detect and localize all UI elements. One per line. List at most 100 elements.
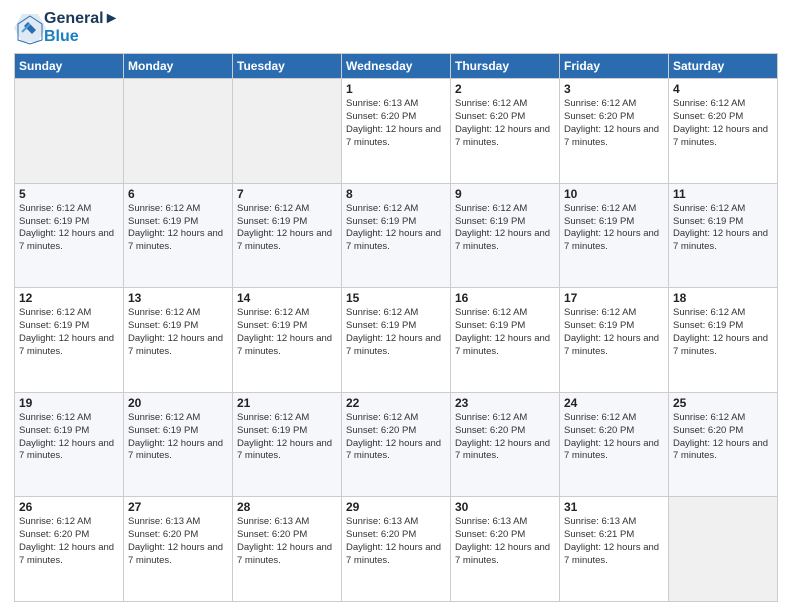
day-cell [15,79,124,184]
day-number: 29 [346,500,446,514]
day-info: Sunrise: 6:13 AM Sunset: 6:21 PM Dayligh… [564,516,664,567]
day-number: 22 [346,396,446,410]
day-info: Sunrise: 6:13 AM Sunset: 6:20 PM Dayligh… [128,516,228,567]
day-number: 25 [673,396,773,410]
day-number: 14 [237,291,337,305]
day-number: 13 [128,291,228,305]
day-cell: 1 Sunrise: 6:13 AM Sunset: 6:20 PM Daylig… [342,79,451,184]
day-number: 15 [346,291,446,305]
day-cell: 29 Sunrise: 6:13 AM Sunset: 6:20 PM Dayli… [342,497,451,602]
day-info: Sunrise: 6:12 AM Sunset: 6:19 PM Dayligh… [455,307,555,358]
day-number: 7 [237,187,337,201]
day-number: 2 [455,82,555,96]
day-info: Sunrise: 6:13 AM Sunset: 6:20 PM Dayligh… [346,516,446,567]
day-info: Sunrise: 6:12 AM Sunset: 6:20 PM Dayligh… [455,98,555,149]
day-cell [124,79,233,184]
header-row: SundayMondayTuesdayWednesdayThursdayFrid… [15,54,778,79]
day-cell: 11 Sunrise: 6:12 AM Sunset: 6:19 PM Dayli… [669,183,778,288]
day-cell: 23 Sunrise: 6:12 AM Sunset: 6:20 PM Dayli… [451,392,560,497]
day-cell: 24 Sunrise: 6:12 AM Sunset: 6:20 PM Dayli… [560,392,669,497]
day-info: Sunrise: 6:13 AM Sunset: 6:20 PM Dayligh… [455,516,555,567]
day-info: Sunrise: 6:12 AM Sunset: 6:19 PM Dayligh… [346,203,446,254]
day-cell: 14Sunrise: 6:12 AM Sunset: 6:19 PM Dayli… [233,288,342,393]
day-info: Sunrise: 6:12 AM Sunset: 6:19 PM Dayligh… [346,307,446,358]
day-cell: 27Sunrise: 6:13 AM Sunset: 6:20 PM Dayli… [124,497,233,602]
logo-area: General►Blue [14,10,119,45]
day-header-sunday: Sunday [15,54,124,79]
day-number: 24 [564,396,664,410]
day-cell: 4 Sunrise: 6:12 AM Sunset: 6:20 PM Daylig… [669,79,778,184]
day-cell: 30 Sunrise: 6:13 AM Sunset: 6:20 PM Dayli… [451,497,560,602]
day-cell: 6 Sunrise: 6:12 AM Sunset: 6:19 PM Daylig… [124,183,233,288]
day-number: 19 [19,396,119,410]
day-cell: 7 Sunrise: 6:12 AM Sunset: 6:19 PM Daylig… [233,183,342,288]
day-cell: 10Sunrise: 6:12 AM Sunset: 6:19 PM Dayli… [560,183,669,288]
day-info: Sunrise: 6:13 AM Sunset: 6:20 PM Dayligh… [346,98,446,149]
day-info: Sunrise: 6:12 AM Sunset: 6:19 PM Dayligh… [19,203,119,254]
calendar: SundayMondayTuesdayWednesdayThursdayFrid… [14,53,778,602]
day-number: 5 [19,187,119,201]
day-header-saturday: Saturday [669,54,778,79]
week-row-5: 26Sunrise: 6:12 AM Sunset: 6:20 PM Dayli… [15,497,778,602]
day-cell: 21 Sunrise: 6:12 AM Sunset: 6:19 PM Dayli… [233,392,342,497]
week-row-1: 1 Sunrise: 6:13 AM Sunset: 6:20 PM Daylig… [15,79,778,184]
day-cell: 12Sunrise: 6:12 AM Sunset: 6:19 PM Dayli… [15,288,124,393]
day-cell: 16 Sunrise: 6:12 AM Sunset: 6:19 PM Dayli… [451,288,560,393]
day-number: 10 [564,187,664,201]
day-info: Sunrise: 6:12 AM Sunset: 6:20 PM Dayligh… [564,412,664,463]
day-number: 8 [346,187,446,201]
day-cell [669,497,778,602]
day-cell: 8 Sunrise: 6:12 AM Sunset: 6:19 PM Daylig… [342,183,451,288]
day-info: Sunrise: 6:12 AM Sunset: 6:20 PM Dayligh… [673,412,773,463]
day-cell: 25 Sunrise: 6:12 AM Sunset: 6:20 PM Dayli… [669,392,778,497]
day-info: Sunrise: 6:12 AM Sunset: 6:19 PM Dayligh… [19,307,119,358]
day-cell: 17Sunrise: 6:12 AM Sunset: 6:19 PM Dayli… [560,288,669,393]
day-info: Sunrise: 6:13 AM Sunset: 6:20 PM Dayligh… [237,516,337,567]
day-info: Sunrise: 6:12 AM Sunset: 6:20 PM Dayligh… [673,98,773,149]
logo-icon [14,14,42,42]
day-number: 4 [673,82,773,96]
day-cell: 26Sunrise: 6:12 AM Sunset: 6:20 PM Dayli… [15,497,124,602]
day-info: Sunrise: 6:12 AM Sunset: 6:19 PM Dayligh… [19,412,119,463]
day-cell: 3 Sunrise: 6:12 AM Sunset: 6:20 PM Daylig… [560,79,669,184]
week-row-3: 12Sunrise: 6:12 AM Sunset: 6:19 PM Dayli… [15,288,778,393]
day-cell: 22Sunrise: 6:12 AM Sunset: 6:20 PM Dayli… [342,392,451,497]
day-number: 9 [455,187,555,201]
day-info: Sunrise: 6:12 AM Sunset: 6:20 PM Dayligh… [564,98,664,149]
day-info: Sunrise: 6:12 AM Sunset: 6:19 PM Dayligh… [673,203,773,254]
header: General►Blue [14,10,778,45]
day-info: Sunrise: 6:12 AM Sunset: 6:19 PM Dayligh… [237,203,337,254]
day-info: Sunrise: 6:12 AM Sunset: 6:19 PM Dayligh… [128,203,228,254]
week-row-2: 5 Sunrise: 6:12 AM Sunset: 6:19 PM Daylig… [15,183,778,288]
day-number: 11 [673,187,773,201]
day-info: Sunrise: 6:12 AM Sunset: 6:20 PM Dayligh… [19,516,119,567]
day-info: Sunrise: 6:12 AM Sunset: 6:19 PM Dayligh… [237,412,337,463]
day-number: 18 [673,291,773,305]
page: General►Blue SundayMondayTuesdayWednesda… [0,0,792,612]
day-cell: 18 Sunrise: 6:12 AM Sunset: 6:19 PM Dayli… [669,288,778,393]
day-info: Sunrise: 6:12 AM Sunset: 6:19 PM Dayligh… [128,307,228,358]
day-number: 30 [455,500,555,514]
day-cell: 20Sunrise: 6:12 AM Sunset: 6:19 PM Dayli… [124,392,233,497]
day-number: 3 [564,82,664,96]
day-cell: 5 Sunrise: 6:12 AM Sunset: 6:19 PM Daylig… [15,183,124,288]
logo-text: General►Blue [44,10,119,45]
day-cell: 13 Sunrise: 6:12 AM Sunset: 6:19 PM Dayli… [124,288,233,393]
day-number: 31 [564,500,664,514]
day-info: Sunrise: 6:12 AM Sunset: 6:19 PM Dayligh… [128,412,228,463]
day-number: 1 [346,82,446,96]
day-info: Sunrise: 6:12 AM Sunset: 6:19 PM Dayligh… [673,307,773,358]
day-cell [233,79,342,184]
day-cell: 15 Sunrise: 6:12 AM Sunset: 6:19 PM Dayli… [342,288,451,393]
week-row-4: 19 Sunrise: 6:12 AM Sunset: 6:19 PM Dayli… [15,392,778,497]
day-cell: 28Sunrise: 6:13 AM Sunset: 6:20 PM Dayli… [233,497,342,602]
day-info: Sunrise: 6:12 AM Sunset: 6:20 PM Dayligh… [455,412,555,463]
day-cell: 31 Sunrise: 6:13 AM Sunset: 6:21 PM Dayli… [560,497,669,602]
day-number: 23 [455,396,555,410]
day-number: 6 [128,187,228,201]
day-header-monday: Monday [124,54,233,79]
day-header-tuesday: Tuesday [233,54,342,79]
day-number: 16 [455,291,555,305]
day-header-friday: Friday [560,54,669,79]
day-number: 21 [237,396,337,410]
